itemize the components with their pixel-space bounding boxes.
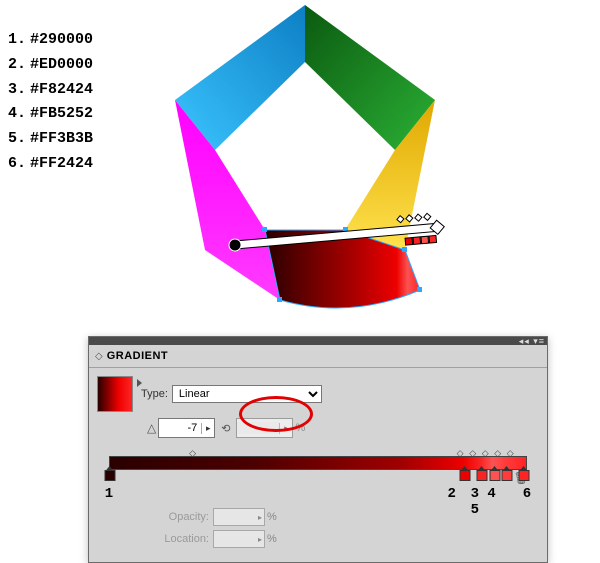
selection-handle: [402, 247, 407, 252]
type-label: Type:: [141, 388, 168, 400]
gradient-midpoint-row: ◇◇◇◇◇◇: [109, 448, 527, 456]
opacity-suffix: %: [267, 511, 277, 523]
angle-icon: △: [147, 421, 156, 435]
gradient-stop[interactable]: [105, 470, 114, 481]
gradient-type-select[interactable]: Linear: [172, 385, 322, 403]
opacity-input: ▸: [213, 508, 265, 526]
gradient-stop[interactable]: [518, 470, 527, 481]
color-code-item: 2.#ED0000: [8, 53, 93, 78]
panel-title: GRADIENT: [107, 350, 168, 362]
aspect-ratio-suffix: %: [295, 422, 305, 434]
stop-number-label: 3 4 5: [471, 486, 509, 518]
gradient-stop[interactable]: [489, 470, 498, 481]
gradient-stops-row: 🗑: [109, 470, 527, 484]
panel-titlebar[interactable]: ◂◂ ▾≡: [89, 337, 547, 345]
angle-input[interactable]: ▸: [158, 418, 215, 438]
panel-tab-marker-icon: ◇: [95, 351, 103, 362]
gradient-stop[interactable]: [502, 470, 511, 481]
location-label: Location:: [147, 533, 209, 545]
aspect-ratio-icon: ⟲: [221, 422, 230, 435]
angle-value[interactable]: [159, 422, 201, 434]
aspect-ratio-input: ▸: [236, 418, 293, 438]
color-code-item: 1.#290000: [8, 28, 93, 53]
color-code-item: 3.#F82424: [8, 78, 93, 103]
location-input: ▸: [213, 530, 265, 548]
selection-handle: [277, 297, 282, 302]
color-code-item: 5.#FF3B3B: [8, 127, 93, 152]
angle-stepper-icon[interactable]: ▸: [201, 423, 214, 434]
panel-flyout-icon[interactable]: ◂◂ ▾≡: [519, 336, 545, 347]
opacity-label: Opacity:: [147, 511, 209, 523]
pentagon-ribbon-artwork: [130, 0, 480, 340]
aspect-ratio-value: [237, 422, 279, 434]
color-code-item: 6.#FF2424: [8, 152, 93, 177]
selection-handle: [417, 287, 422, 292]
color-code-item: 4.#FB5252: [8, 102, 93, 127]
gradient-swatch-preview[interactable]: [97, 376, 133, 412]
gradient-panel: ◂◂ ▾≡ ◇ GRADIENT Type: Linear △ ▸ ⟲ ▸ %: [88, 336, 548, 563]
selection-handle: [262, 227, 267, 232]
color-code-list: 1.#290000 2.#ED0000 3.#F82424 4.#FB5252 …: [8, 28, 93, 177]
gradient-stop[interactable]: [460, 470, 469, 481]
panel-tab[interactable]: ◇ GRADIENT: [89, 345, 547, 368]
gradient-stop[interactable]: [477, 470, 486, 481]
location-suffix: %: [267, 533, 277, 545]
aspect-ratio-stepper-icon: ▸: [279, 423, 292, 434]
